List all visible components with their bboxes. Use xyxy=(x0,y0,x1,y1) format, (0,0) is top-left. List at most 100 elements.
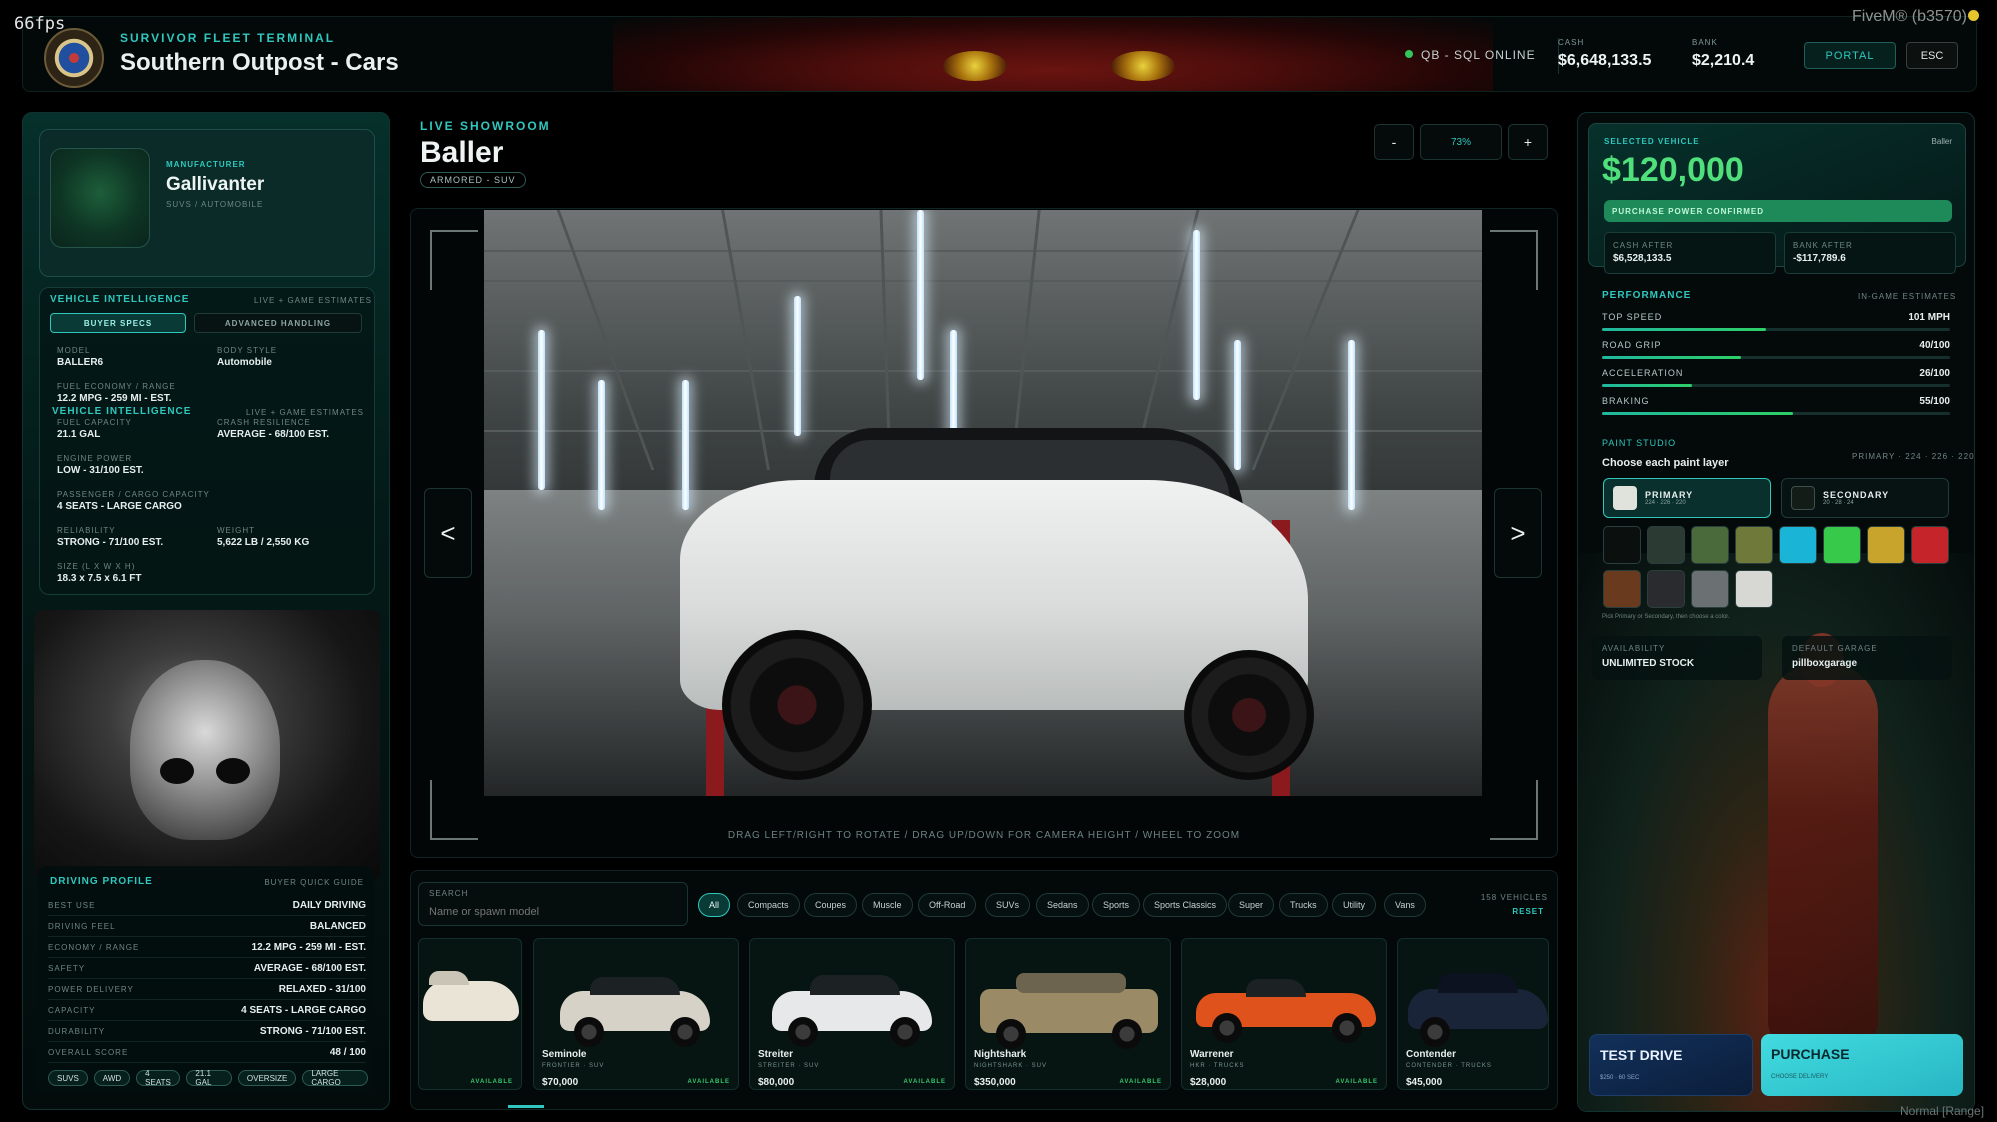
color-swatch[interactable] xyxy=(1647,570,1685,608)
vehicle-card-class: NIGHTSHARK · SUV xyxy=(974,1063,1048,1069)
cash-label: CASH xyxy=(1558,38,1585,47)
category-tab-suvs[interactable]: SUVs xyxy=(985,893,1031,917)
color-swatch[interactable] xyxy=(1779,526,1817,564)
test-drive-button[interactable]: TEST DRIVE $250 · 60 SEC xyxy=(1589,1034,1753,1096)
purchase-power-banner: PURCHASE POWER CONFIRMED xyxy=(1604,200,1952,222)
manufacturer-label: MANUFACTURER xyxy=(166,160,246,169)
color-swatch[interactable] xyxy=(1647,526,1685,564)
vehicle-card[interactable]: Contender CONTENDER · TRUCKS $45,000 xyxy=(1397,938,1549,1090)
profile-chip: AWD xyxy=(93,1070,131,1086)
availability-value: UNLIMITED STOCK xyxy=(1602,658,1695,669)
color-swatch[interactable] xyxy=(1911,526,1949,564)
reset-filters-link[interactable]: RESET xyxy=(1480,907,1544,916)
vehicle-card[interactable]: Warrener HKR · TRUCKS $28,000 AVAILABLE xyxy=(1181,938,1387,1090)
category-tab-compacts[interactable]: Compacts xyxy=(737,893,800,917)
header-artwork xyxy=(613,17,1493,91)
viewer-corner xyxy=(430,230,478,290)
zoom-in-button[interactable]: + xyxy=(1508,124,1548,160)
spec-label: ENGINE POWER xyxy=(57,454,133,463)
category-tab-sports-classics[interactable]: Sports Classics xyxy=(1143,893,1228,917)
vehicle-card[interactable]: Seminole FRONTIER · SUV $70,000 AVAILABL… xyxy=(533,938,739,1090)
category-tab-vans[interactable]: Vans xyxy=(1384,893,1426,917)
cash-after-label: CASH AFTER xyxy=(1613,241,1674,250)
primary-layer-button[interactable]: PRIMARY 224 · 226 · 220 xyxy=(1603,478,1771,518)
primary-value: 224 · 226 · 220 xyxy=(1645,500,1686,506)
showroom-label: LIVE SHOWROOM xyxy=(420,119,551,133)
color-swatch[interactable] xyxy=(1735,526,1773,564)
viewer-controls-hint: DRAG LEFT/RIGHT TO ROTATE / DRAG UP/DOWN… xyxy=(727,830,1241,841)
category-tab-muscle[interactable]: Muscle xyxy=(862,893,913,917)
vehicle-title: Baller xyxy=(420,136,504,169)
esc-button[interactable]: ESC xyxy=(1906,42,1958,69)
purchase-sub: CHOOSE DELIVERY xyxy=(1771,1074,1829,1080)
spec-label: WEIGHT xyxy=(217,526,255,535)
cash-after-box: CASH AFTER $6,528,133.5 xyxy=(1604,232,1776,274)
color-swatch[interactable] xyxy=(1823,526,1861,564)
fivem-status-icon xyxy=(1968,10,1979,21)
zoom-level: 73% xyxy=(1420,124,1502,160)
availability-badge: AVAILABLE xyxy=(470,1079,513,1085)
profile-row: ECONOMY / RANGE 12.2 MPG - 259 MI - EST. xyxy=(48,938,366,958)
bank-after-box: BANK AFTER -$117,789.6 xyxy=(1784,232,1956,274)
color-swatch[interactable] xyxy=(1603,526,1641,564)
spec-label: PASSENGER / CARGO CAPACITY xyxy=(57,490,210,499)
browser-scrollbar[interactable] xyxy=(508,1105,544,1108)
category-tab-utility[interactable]: Utility xyxy=(1332,893,1376,917)
spec-value: 21.1 GAL xyxy=(57,429,101,440)
vehicle-card-name: Nightshark xyxy=(974,1049,1027,1060)
next-vehicle-button[interactable]: > xyxy=(1494,488,1542,578)
color-swatch[interactable] xyxy=(1867,526,1905,564)
category-tab-sports[interactable]: Sports xyxy=(1092,893,1141,917)
secondary-label: SECONDARY xyxy=(1823,490,1890,500)
secondary-value: 20 · 28 · 24 xyxy=(1823,500,1854,506)
profile-title: DRIVING PROFILE xyxy=(50,876,153,887)
garage-box: DEFAULT GARAGE pillboxgarage xyxy=(1782,636,1952,680)
spec-value: STRONG - 71/100 EST. xyxy=(57,537,164,548)
search-input[interactable] xyxy=(429,903,677,921)
paint-studio-title: PAINT STUDIO xyxy=(1602,438,1677,448)
category-tab-sedans[interactable]: Sedans xyxy=(1036,893,1089,917)
color-swatch[interactable] xyxy=(1691,526,1729,564)
search-label: SEARCH xyxy=(429,889,469,898)
spec-value: 12.2 MPG - 259 MI - EST. xyxy=(57,393,172,404)
zombie-artwork xyxy=(1768,663,1878,1043)
skull-artwork xyxy=(34,610,380,880)
vehicle-card-class: HKR · TRUCKS xyxy=(1190,1063,1245,1069)
zoom-out-button[interactable]: - xyxy=(1374,124,1414,160)
control-mode-indicator: Normal [Range] xyxy=(1900,1104,1985,1118)
availability-box: AVAILABILITY UNLIMITED STOCK xyxy=(1592,636,1762,680)
category-tab-super[interactable]: Super xyxy=(1228,893,1275,917)
category-tab-coupes[interactable]: Coupes xyxy=(804,893,858,917)
secondary-layer-button[interactable]: SECONDARY 20 · 28 · 24 xyxy=(1781,478,1949,518)
cash-value: $6,648,133.5 xyxy=(1558,52,1652,69)
availability-badge: AVAILABLE xyxy=(687,1079,730,1085)
vehicle-card-class: STREITER · SUV xyxy=(758,1063,820,1069)
primary-label: PRIMARY xyxy=(1645,490,1694,500)
spec-label: FUEL CAPACITY xyxy=(57,418,132,427)
test-drive-sub: $250 · 60 SEC xyxy=(1600,1075,1640,1081)
tab-buyer-specs[interactable]: BUYER SPECS xyxy=(50,313,186,333)
vehicle-card[interactable]: AVAILABLE xyxy=(418,938,522,1090)
driving-profile-card: DRIVING PROFILE BUYER QUICK GUIDE BEST U… xyxy=(38,866,374,1094)
purchase-button[interactable]: PURCHASE CHOOSE DELIVERY xyxy=(1761,1034,1963,1096)
vehicle-card[interactable]: Nightshark NIGHTSHARK · SUV $350,000 AVA… xyxy=(965,938,1171,1090)
color-swatch[interactable] xyxy=(1735,570,1773,608)
selected-price: $120,000 xyxy=(1602,151,1744,189)
manufacturer-name: Gallivanter xyxy=(166,174,265,195)
category-tab-off-road[interactable]: Off-Road xyxy=(918,893,977,917)
profile-row: BEST USE DAILY DRIVING xyxy=(48,896,366,916)
availability-label: AVAILABILITY xyxy=(1602,644,1666,653)
color-swatch[interactable] xyxy=(1691,570,1729,608)
vehicle-card-price: $350,000 xyxy=(974,1077,1016,1088)
spec-label: RELIABILITY xyxy=(57,526,116,535)
color-swatch[interactable] xyxy=(1603,570,1641,608)
portal-button[interactable]: PORTAL xyxy=(1804,42,1896,69)
previous-vehicle-button[interactable]: < xyxy=(424,488,472,578)
tab-advanced-handling[interactable]: ADVANCED HANDLING xyxy=(194,313,362,333)
vehicle-3d-preview[interactable] xyxy=(484,210,1482,796)
garage-label: DEFAULT GARAGE xyxy=(1792,644,1878,653)
category-tab-trucks[interactable]: Trucks xyxy=(1279,893,1328,917)
category-tab-all[interactable]: All xyxy=(698,893,731,917)
vehicle-card[interactable]: Streiter STREITER · SUV $80,000 AVAILABL… xyxy=(749,938,955,1090)
profile-chips: SUVS AWD 4 SEATS 21.1 GAL OVERSIZE LARGE… xyxy=(48,1069,374,1087)
